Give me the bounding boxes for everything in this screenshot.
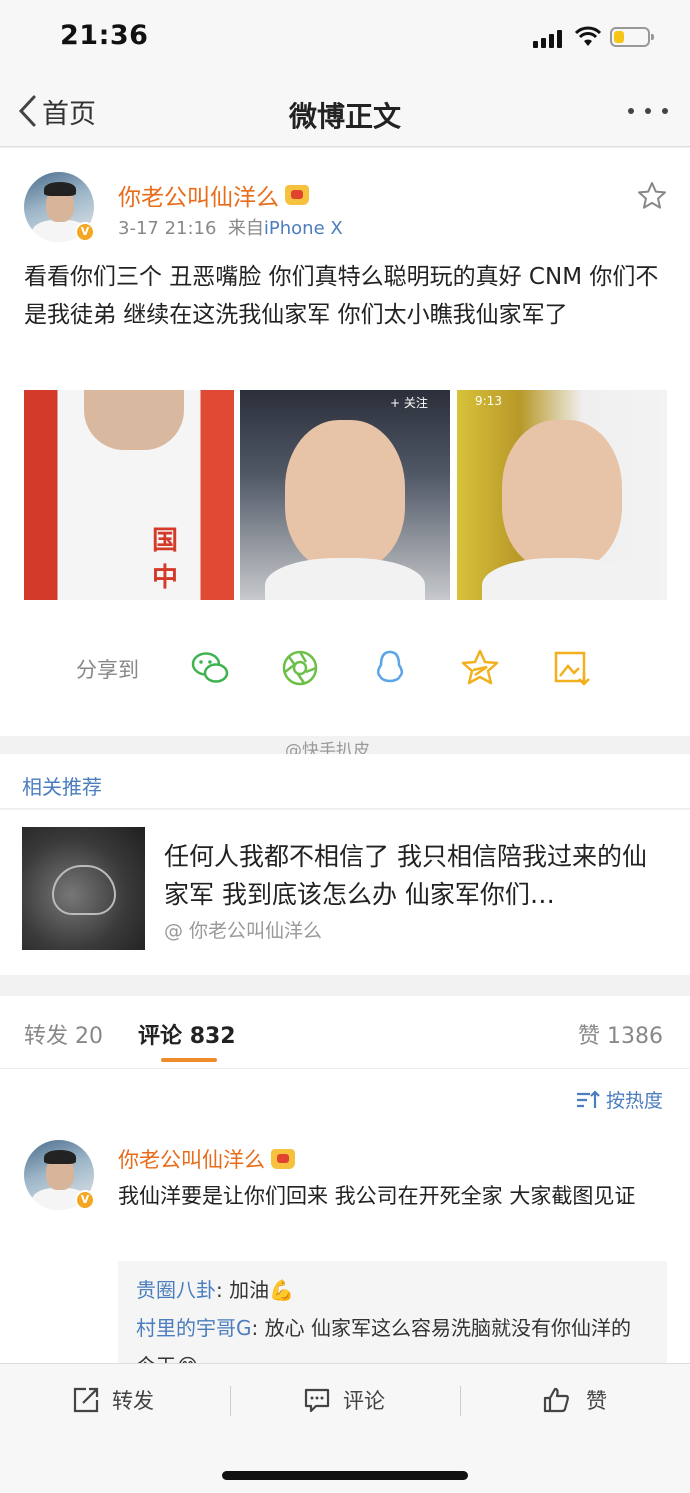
repost-button[interactable]: 转发 [72,1384,154,1416]
active-tab-indicator [161,1058,217,1062]
post-author-name: 你老公叫仙洋么 [118,185,279,211]
tab-comment[interactable]: 评论 832 [138,1018,236,1050]
like-label: 赞 [586,1389,607,1413]
more-button[interactable] [628,105,668,117]
comment-replies[interactable]: 贵圈八卦: 加油💪 村里的宇哥G: 放心 仙家军这么容易洗脑就没有你仙洋的今天😂 [118,1261,667,1363]
tab-repost-label: 转发 [24,1024,69,1049]
post-source-prefix: 来自 [227,218,264,239]
reply-item: 村里的宇哥G: 放心 仙家军这么容易洗脑就没有你仙洋的今天😂 [136,1309,649,1363]
tab-repost[interactable]: 转发 20 [24,1018,103,1050]
comment-button[interactable]: 评论 [303,1384,385,1416]
more-dots-icon [628,108,634,114]
reply-user[interactable]: 贵圈八卦 [136,1278,216,1302]
tab-comment-count: 832 [189,1024,236,1049]
moments-icon[interactable] [280,648,320,688]
repost-icon [73,1387,99,1413]
page-title: 微博正文 [288,100,401,133]
reply-item: 贵圈八卦: 加油💪 [136,1278,295,1302]
tab-comment-label: 评论 [138,1024,183,1049]
image-follow-label: + 关注 [390,396,428,410]
sort-label: 按热度 [606,1090,664,1112]
image-time-label: 9:13 [475,394,502,408]
comment-author-name: 你老公叫仙洋么 [118,1148,265,1172]
related-source: @ 你老公叫仙洋么 [164,920,323,942]
comment-author[interactable]: 你老公叫仙洋么 [118,1144,295,1174]
divider [0,1068,690,1069]
reply-text: 加油💪 [229,1278,295,1302]
save-image-icon[interactable] [552,648,592,688]
comments-section: 转发 20 评论 832 赞 1386 按热度 V 你老公叫仙洋么 我仙洋要是让… [0,996,690,1363]
tab-like-label: 赞 [578,1024,601,1049]
status-bar: 21:36 [0,0,690,75]
post-author[interactable]: 你老公叫仙洋么 [118,178,309,212]
sort-icon [577,1089,600,1108]
cellular-signal-icon [533,30,565,48]
comment-label: 评论 [343,1389,385,1413]
post-text: 看看你们三个 丑恶嘴脸 你们真特么聪明玩的真好 CNM 你们不是我徒弟 继续在这… [24,264,659,328]
repost-label: 转发 [112,1389,154,1413]
comment-icon [304,1388,330,1413]
related-title: 任何人我都不相信了 我只相信陪我过来的仙家军 我到底该怎么办 仙家军你们… [164,842,647,909]
post-image-1[interactable]: 国中 [24,390,234,600]
divider [230,1386,231,1416]
qq-icon[interactable] [370,648,410,688]
nav-bar: 首页 微博正文 [0,75,690,147]
divider [460,1386,461,1416]
related-header: 相关推荐 [0,754,690,809]
post-source[interactable]: iPhone X [264,218,343,239]
reply-user[interactable]: 村里的宇哥G [136,1316,252,1340]
weibo-post: V 你老公叫仙洋么 3-17 21:16 来自iPhone X 看看你们三个 丑… [0,148,690,736]
thumbs-up-icon [543,1387,569,1413]
share-label: 分享到 [76,658,139,682]
post-image-3[interactable]: 9:13 [457,390,667,600]
wifi-icon [575,26,601,46]
verified-badge-icon: V [75,1190,95,1210]
related-header-label: 相关推荐 [22,775,102,799]
post-time: 3-17 21:16 [118,218,217,239]
favorite-star-icon[interactable] [636,180,668,212]
related-thumbnail [22,827,145,950]
status-time: 21:36 [60,20,149,51]
tab-repost-count: 20 [75,1024,104,1049]
battery-icon [610,27,654,47]
crown-icon [271,1149,295,1169]
tab-like-count: 1386 [607,1024,664,1049]
post-image-2[interactable]: + 关注 [240,390,450,600]
like-button[interactable]: 赞 [542,1384,607,1416]
crown-icon [285,185,309,205]
sort-by-hot-button[interactable]: 按热度 [576,1086,663,1113]
qzone-icon[interactable] [460,648,500,688]
related-item[interactable]: 任何人我都不相信了 我只相信陪我过来的仙家军 我到底该怎么办 仙家军你们… @ … [0,810,690,975]
wechat-icon[interactable] [190,648,230,688]
home-indicator [222,1471,468,1480]
verified-badge-icon: V [75,222,95,242]
post-meta: 3-17 21:16 来自iPhone X [118,214,343,240]
comment-text: 我仙洋要是让你们回来 我公司在开死全家 大家截图见证 [118,1184,636,1208]
tab-like[interactable]: 赞 1386 [578,1018,663,1050]
